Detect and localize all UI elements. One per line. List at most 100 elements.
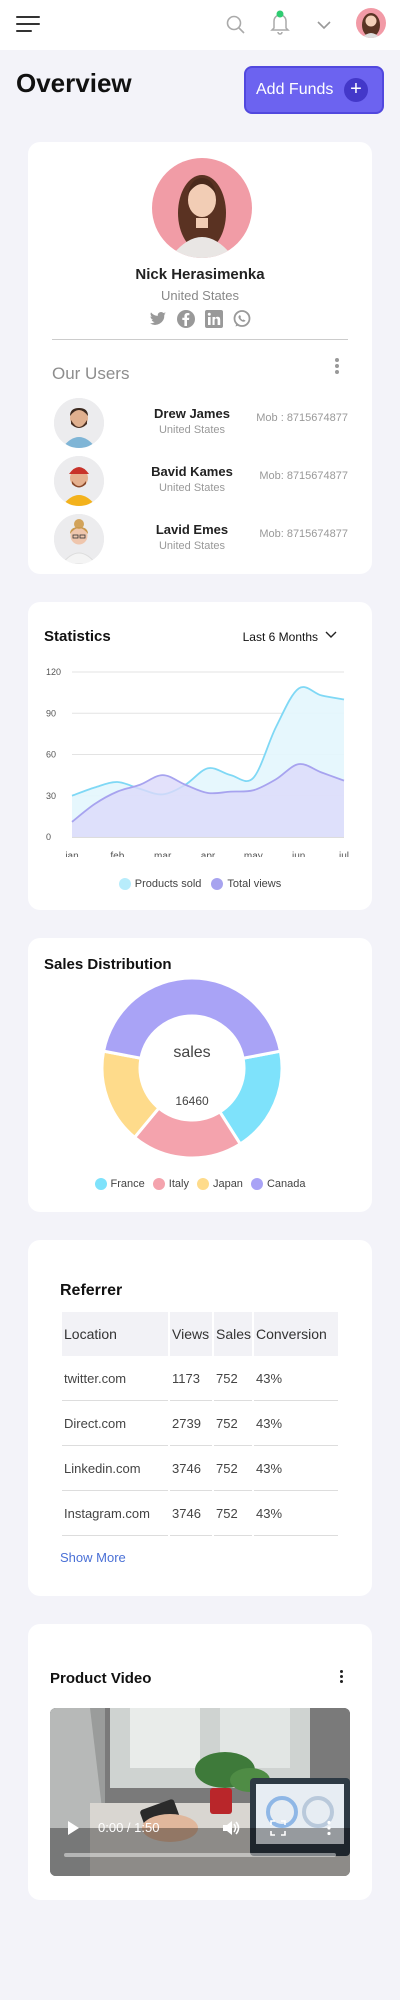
y-tick-label: 120 [46,667,61,677]
legend-label: Italy [168,1178,189,1190]
legend-italy: Italy [152,1178,189,1190]
user-avatar [54,514,104,564]
add-funds-label: Add Funds [256,81,334,98]
profile-country: United States [160,288,240,303]
x-tick-label: jun [291,851,305,857]
linkedin-icon[interactable] [204,309,224,331]
page-title: Overview [16,68,132,98]
x-tick-label: mar [154,851,172,857]
table-row: twitter.com 1173 752 43% [62,1356,338,1401]
list-item[interactable]: Drew James United States Mob : 871567487… [52,398,348,450]
sales-title: Sales Distribution [44,956,172,973]
cell-sales: 752 [214,1491,252,1536]
column-header[interactable]: Views [170,1312,212,1356]
list-item[interactable]: Bavid Kames United States Mob: 871567487… [52,456,348,508]
y-tick-label: 30 [46,791,56,801]
legend-swatch [152,1178,165,1190]
bell-icon[interactable] [268,10,292,35]
profile-name: Nick Herasimenka [135,266,265,283]
legend-swatch [211,878,224,890]
cell-views: 3746 [170,1491,212,1536]
search-icon[interactable] [224,13,248,37]
video-title: Product Video [50,1670,152,1687]
user-mobile: Mob : 8715674877 [256,412,348,424]
legend-swatch [250,1178,263,1190]
video-player[interactable]: 0:00 / 1:50 [50,1708,350,1876]
sales-legend: France Italy Japan Canada [28,1178,372,1190]
video-progress-bar[interactable] [64,1853,336,1857]
x-tick-label: may [244,851,263,857]
profile-photo [152,158,252,258]
legend-label: Total views [227,878,282,890]
referrer-title: Referrer [60,1282,123,1299]
whatsapp-icon[interactable] [232,309,252,331]
x-tick-label: jul [338,851,349,857]
play-icon[interactable] [66,1820,80,1839]
legend-canada: Canada [250,1178,306,1190]
user-mobile: Mob: 8715674877 [259,470,348,482]
twitter-icon[interactable] [148,309,168,331]
x-tick-label: jan [64,851,78,857]
video-time: 0:00 / 1:50 [98,1820,160,1835]
social-links [148,309,252,331]
hamburger-icon[interactable] [16,16,40,32]
divider [52,339,348,340]
column-header[interactable]: Conversion [254,1312,338,1356]
cell-location: Direct.com [62,1401,168,1446]
legend-swatch [94,1178,107,1190]
user-country: United States [158,424,226,436]
plus-icon: + [344,78,368,102]
table-row: Linkedin.com 3746 752 43% [62,1446,338,1491]
cell-views: 2739 [170,1401,212,1446]
x-tick-label: apr [201,851,216,857]
range-select[interactable]: Last 6 Months [243,630,318,644]
list-item[interactable]: Lavid Emes United States Mob: 8715674877 [52,514,348,566]
sales-donut-chart [100,976,284,1160]
statistics-title: Statistics [44,628,111,645]
video-menu-icon[interactable] [338,1668,344,1690]
cell-views: 1173 [170,1356,212,1401]
facebook-icon[interactable] [176,309,196,331]
volume-icon[interactable] [222,1820,240,1839]
cell-location: Instagram.com [62,1491,168,1536]
cell-sales: 752 [214,1356,252,1401]
cell-views: 3746 [170,1446,212,1491]
add-funds-button[interactable]: Add Funds + [244,66,384,114]
y-tick-label: 90 [46,708,56,718]
statistics-legend: Products sold Total views [28,878,372,890]
cell-conversion: 43% [254,1446,338,1491]
x-tick-label: feb [110,851,124,857]
table-row: Instagram.com 3746 752 43% [62,1491,338,1536]
video-options-icon[interactable] [326,1820,332,1839]
chevron-down-icon[interactable] [312,13,336,37]
column-header[interactable]: Location [62,1312,168,1356]
show-more-link[interactable]: Show More [60,1550,126,1565]
user-avatar [54,456,104,506]
cell-sales: 752 [214,1446,252,1491]
cell-location: twitter.com [62,1356,168,1401]
chevron-down-icon[interactable] [324,628,338,642]
profile-card: Nick Herasimenka United States Our Users… [28,142,372,574]
legend-japan: Japan [196,1178,243,1190]
product-video-card: Product Video 0:00 / 1:50 [28,1624,372,1900]
cell-conversion: 43% [254,1356,338,1401]
referrer-table: Location Views Sales Conversion twitter.… [60,1312,340,1536]
sales-distribution-card: Sales Distribution sales 16460 France It… [28,938,372,1212]
user-name: Drew James [154,406,230,421]
table-header-row: Location Views Sales Conversion [62,1312,338,1356]
legend-label: France [110,1178,145,1190]
user-country: United States [158,482,226,494]
fullscreen-icon[interactable] [270,1820,286,1839]
column-header[interactable]: Sales [214,1312,252,1356]
user-name: Bavid Kames [151,464,233,479]
legend-france: France [94,1178,145,1190]
user-mobile: Mob: 8715674877 [259,528,348,540]
users-menu-icon[interactable] [334,356,340,378]
table-row: Direct.com 2739 752 43% [62,1401,338,1446]
avatar[interactable] [356,8,386,38]
referrer-card: Referrer Location Views Sales Conversion… [28,1240,372,1596]
user-avatar [54,398,104,448]
legend-swatch [196,1178,209,1190]
user-country: United States [158,540,226,552]
legend-label: Canada [266,1178,306,1190]
